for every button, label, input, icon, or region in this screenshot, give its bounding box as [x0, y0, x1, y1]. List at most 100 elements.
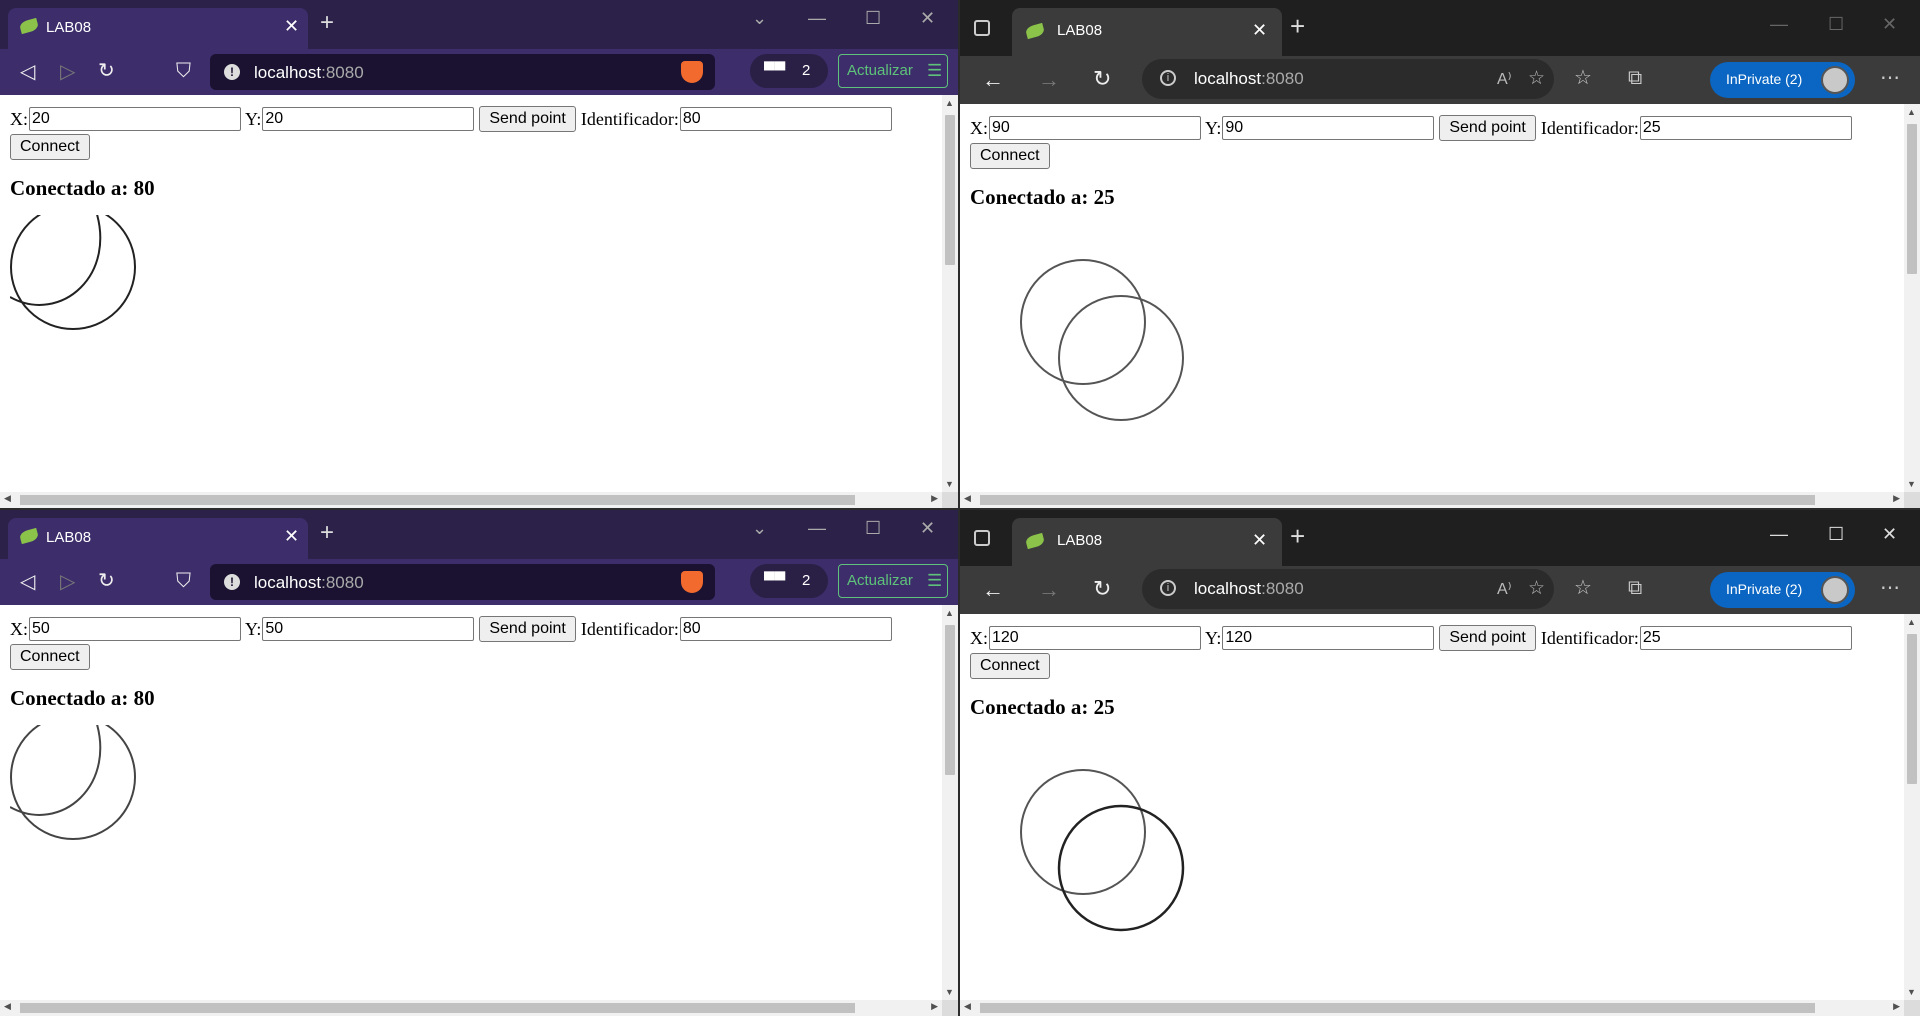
drawing-canvas[interactable] — [10, 725, 410, 985]
horizontal-scrollbar[interactable]: ◀ ▶ — [960, 1000, 1904, 1016]
x-input[interactable] — [29, 617, 241, 641]
connect-button[interactable]: Connect — [10, 134, 90, 160]
brave-lion-icon[interactable] — [681, 571, 703, 593]
wallet-button[interactable]: ▀▀ 2 — [750, 54, 828, 88]
add-favorite-icon[interactable]: ☆ — [1528, 67, 1545, 90]
close-tab-icon[interactable]: ✕ — [284, 526, 299, 547]
inprivate-button[interactable]: InPrivate (2) — [1710, 572, 1855, 608]
brave-lion-icon[interactable] — [681, 61, 703, 83]
collections-icon[interactable]: ⧉ — [1628, 578, 1642, 598]
close-window-icon[interactable]: ✕ — [920, 8, 935, 29]
reload-icon[interactable]: ↻ — [98, 571, 115, 591]
new-tab-icon[interactable]: + — [1290, 13, 1305, 39]
close-tab-icon[interactable]: ✕ — [1252, 20, 1267, 41]
close-window-icon[interactable]: ✕ — [920, 518, 935, 539]
bookmark-icon[interactable]: ⛉ — [176, 61, 191, 81]
vertical-scrollbar[interactable]: ▲ ▼ — [942, 95, 958, 492]
tab-lab08[interactable]: LAB08 ✕ — [1012, 8, 1282, 56]
forward-arrow-icon[interactable]: ▷ — [60, 62, 75, 82]
close-tab-icon[interactable]: ✕ — [284, 16, 299, 37]
maximize-icon[interactable]: ☐ — [865, 518, 881, 539]
new-tab-icon[interactable]: + — [320, 521, 334, 545]
x-input[interactable] — [989, 116, 1201, 140]
read-aloud-icon[interactable]: A⁾ — [1497, 69, 1512, 89]
minimize-icon[interactable]: — — [808, 518, 826, 539]
y-input[interactable] — [1222, 626, 1435, 650]
maximize-icon[interactable]: ☐ — [1828, 14, 1844, 35]
wallet-button[interactable]: ▀▀ 2 — [750, 564, 828, 598]
send-point-button[interactable]: Send point — [1439, 115, 1536, 141]
new-tab-icon[interactable]: + — [320, 11, 334, 35]
vertical-scrollbar[interactable]: ▲ ▼ — [1904, 614, 1920, 1000]
close-window-icon[interactable]: ✕ — [1882, 524, 1897, 545]
y-input[interactable] — [262, 617, 475, 641]
minimize-icon[interactable]: — — [1770, 524, 1788, 545]
tab-search-icon[interactable]: ⌄ — [752, 518, 767, 539]
reload-icon[interactable]: ↻ — [1093, 578, 1111, 600]
new-tab-icon[interactable]: + — [1290, 523, 1305, 549]
x-input[interactable] — [29, 107, 241, 131]
connect-button[interactable]: Connect — [970, 143, 1050, 169]
update-button[interactable]: Actualizar ☰ — [838, 54, 948, 88]
y-input[interactable] — [1222, 116, 1435, 140]
back-arrow-icon[interactable]: ← — [982, 579, 1004, 601]
tab-actions-icon[interactable] — [974, 20, 990, 36]
favorites-icon[interactable]: ☆ — [1574, 578, 1592, 598]
tab-search-icon[interactable]: ⌄ — [752, 8, 767, 29]
back-arrow-icon[interactable]: ◁ — [20, 572, 35, 592]
connect-button[interactable]: Connect — [970, 653, 1050, 679]
tab-lab08[interactable]: LAB08 ✕ — [8, 8, 308, 49]
collections-icon[interactable]: ⧉ — [1628, 68, 1642, 88]
minimize-icon[interactable]: — — [808, 8, 826, 29]
drawing-canvas[interactable] — [970, 224, 1370, 484]
reload-icon[interactable]: ↻ — [98, 61, 115, 81]
send-point-button[interactable]: Send point — [1439, 625, 1536, 651]
send-point-button[interactable]: Send point — [479, 106, 576, 132]
tab-lab08[interactable]: LAB08 ✕ — [8, 518, 308, 559]
read-aloud-icon[interactable]: A⁾ — [1497, 579, 1512, 599]
drawing-canvas[interactable] — [970, 734, 1370, 994]
close-window-icon[interactable]: ✕ — [1882, 14, 1897, 35]
connect-button[interactable]: Connect — [10, 644, 90, 670]
identificador-input[interactable] — [679, 107, 892, 131]
tab-actions-icon[interactable] — [974, 530, 990, 546]
horizontal-scrollbar[interactable]: ◀ ▶ — [960, 492, 1904, 508]
site-info-icon[interactable]: i — [1160, 70, 1176, 86]
x-input[interactable] — [989, 626, 1201, 650]
ellipsis-icon[interactable]: ⋯ — [1880, 578, 1900, 598]
address-bar[interactable]: i localhost:8080 A⁾ ☆ — [1142, 59, 1554, 99]
identificador-input[interactable] — [1639, 626, 1852, 650]
reload-icon[interactable]: ↻ — [1093, 68, 1111, 90]
ellipsis-icon[interactable]: ⋯ — [1880, 68, 1900, 88]
horizontal-scrollbar[interactable]: ◀ ▶ — [0, 1000, 942, 1016]
forward-arrow-icon[interactable]: → — [1038, 579, 1060, 601]
drawing-canvas[interactable] — [10, 215, 410, 475]
identificador-input[interactable] — [1639, 116, 1852, 140]
maximize-icon[interactable]: ☐ — [865, 8, 881, 29]
back-arrow-icon[interactable]: ◁ — [20, 62, 35, 82]
forward-arrow-icon[interactable]: → — [1038, 69, 1060, 91]
update-button[interactable]: Actualizar ☰ — [838, 564, 948, 598]
site-info-icon[interactable]: ! — [224, 574, 240, 590]
forward-arrow-icon[interactable]: ▷ — [60, 572, 75, 592]
identificador-input[interactable] — [679, 617, 892, 641]
favorites-icon[interactable]: ☆ — [1574, 68, 1592, 88]
tab-lab08[interactable]: LAB08 ✕ — [1012, 518, 1282, 566]
site-info-icon[interactable]: i — [1160, 580, 1176, 596]
site-info-icon[interactable]: ! — [224, 64, 240, 80]
address-bar[interactable]: i localhost:8080 A⁾ ☆ — [1142, 569, 1554, 609]
send-point-button[interactable]: Send point — [479, 616, 576, 642]
maximize-icon[interactable]: ☐ — [1828, 524, 1844, 545]
y-input[interactable] — [262, 107, 475, 131]
back-arrow-icon[interactable]: ← — [982, 69, 1004, 91]
address-bar[interactable]: ! localhost:8080 — [210, 564, 715, 600]
close-tab-icon[interactable]: ✕ — [1252, 530, 1267, 551]
bookmark-icon[interactable]: ⛉ — [176, 571, 191, 591]
vertical-scrollbar[interactable]: ▲ ▼ — [1904, 104, 1920, 492]
horizontal-scrollbar[interactable]: ◀ ▶ — [0, 492, 942, 508]
minimize-icon[interactable]: — — [1770, 14, 1788, 35]
inprivate-button[interactable]: InPrivate (2) — [1710, 62, 1855, 98]
vertical-scrollbar[interactable]: ▲ ▼ — [942, 605, 958, 1000]
address-bar[interactable]: ! localhost:8080 — [210, 54, 715, 90]
add-favorite-icon[interactable]: ☆ — [1528, 577, 1545, 600]
